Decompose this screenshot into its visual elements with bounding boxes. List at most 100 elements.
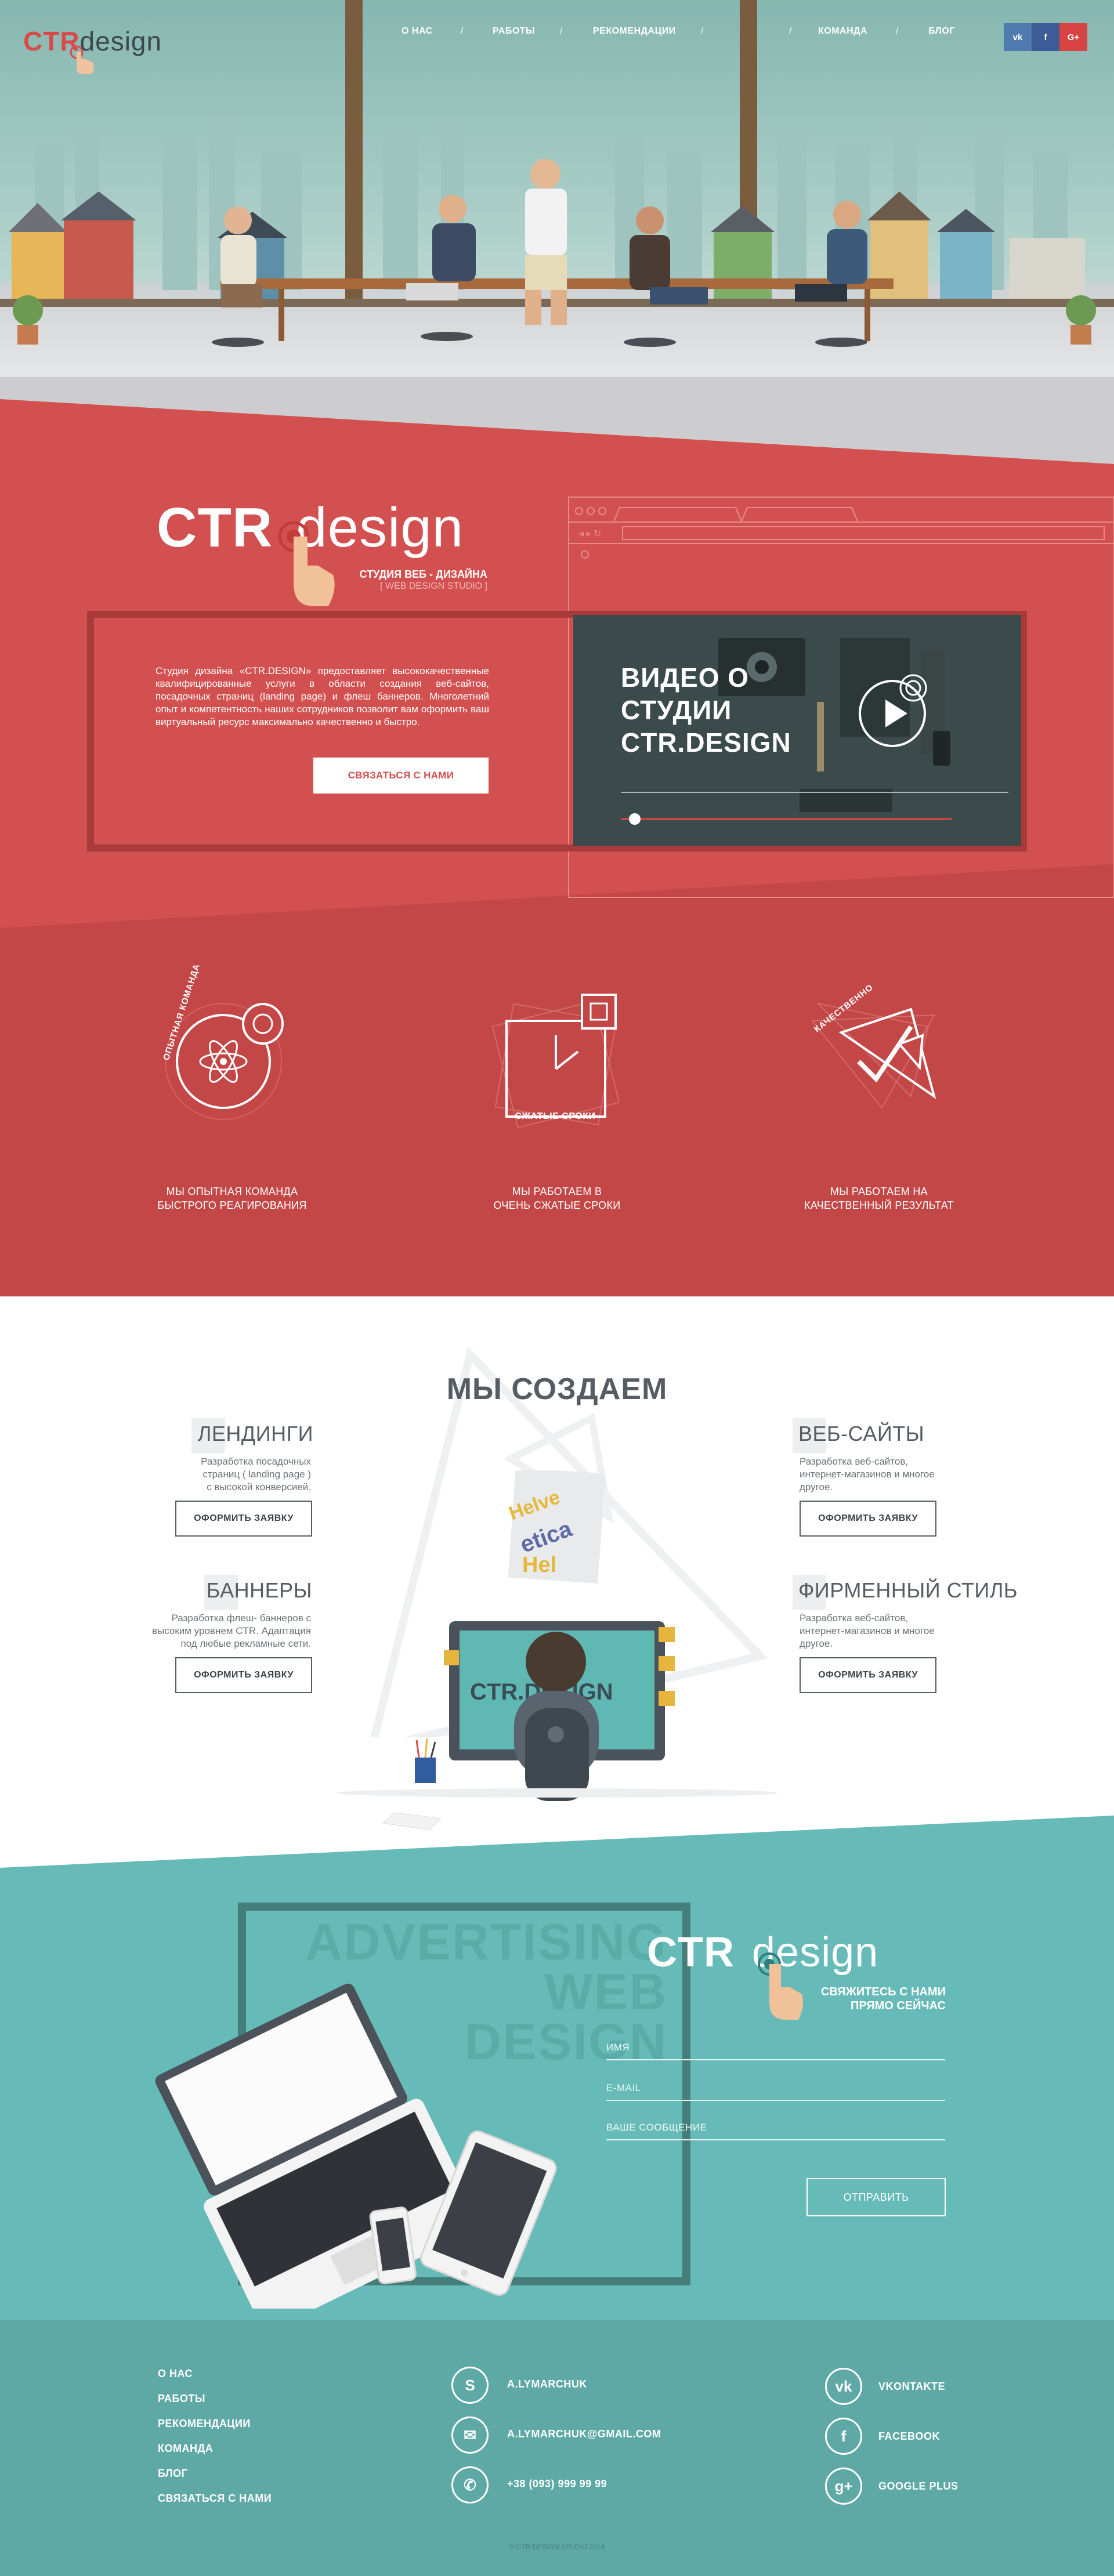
mail-icon[interactable]: ✉ <box>451 2416 489 2454</box>
pointer-hand-icon <box>278 521 335 606</box>
service-text-line: высоким уровнем CTR. Адаптация <box>151 1625 311 1636</box>
video-divider <box>621 792 1008 793</box>
service-title-branding: ФИРМЕННЫЙ СТИЛЬ <box>798 1578 1018 1602</box>
name-field[interactable]: ИМЯ <box>606 2042 945 2060</box>
footer-link-team[interactable]: КОМАНДА <box>158 2443 213 2455</box>
nav-works[interactable]: РАБОТЫ <box>493 26 535 37</box>
service-title-banners: БАННЕРЫ <box>206 1578 312 1602</box>
service-text-line: другое. <box>800 1638 833 1649</box>
contact-tagline-line: СВЯЖИТЕСЬ С НАМИ <box>820 1986 946 1998</box>
footer-link-blog[interactable]: БЛОГ <box>158 2468 187 2480</box>
footer-link-works[interactable]: РАБОТЫ <box>158 2393 205 2405</box>
clock-icon-label: СЖАТЫЕ СРОКИ <box>515 1111 596 1121</box>
feature-caption: МЫ ОПЫТНАЯ КОМАНДА БЫСТРОГО РЕАГИРОВАНИЯ <box>139 1184 325 1212</box>
order-button[interactable]: ОФОРМИТЬ ЗАЯВКУ <box>800 1657 936 1693</box>
feature-caption-line: ОЧЕНЬ СЖАТЫЕ СРОКИ <box>493 1200 621 1211</box>
footer-google-plus[interactable]: GOOGLE PLUS <box>878 2480 959 2492</box>
footer-link-recommendations[interactable]: РЕКОМЕНДАЦИИ <box>158 2418 251 2430</box>
service-text: Разработка посадочных страниц ( landing … <box>139 1455 311 1494</box>
feature-caption-line: БЫСТРОГО РЕАГИРОВАНИЯ <box>157 1200 307 1211</box>
video-title: ВИДЕО О СТУДИИ CTR.DESIGN <box>621 661 791 759</box>
services-heading: МЫ СОЗДАЕМ <box>446 1372 668 1406</box>
contact-logo-ctr: CTR <box>647 1929 735 1976</box>
service-text-line: Разработка веб-сайтов, <box>800 1456 909 1467</box>
service-title-landings: ЛЕНДИНГИ <box>197 1422 313 1445</box>
nav-recommendations[interactable]: РЕКОМЕНДАЦИИ <box>593 26 676 37</box>
service-text-line: Разработка посадочных <box>201 1456 311 1467</box>
google-plus-icon[interactable]: G+ <box>1059 23 1087 51</box>
features-section: ОПЫТНАЯ КОМАНДА СЖАТЫЕ СРОКИ КАЧЕСТВЕННО… <box>0 928 1114 1296</box>
about-subtitle: СТУДИЯ ВЕБ - ДИЗАЙНА <box>359 568 487 580</box>
footer-link-contact[interactable]: СВЯЗАТЬСЯ С НАМИ <box>158 2492 272 2505</box>
vk-icon[interactable]: vk <box>825 2368 862 2405</box>
order-button[interactable]: ОФОРМИТЬ ЗАЯВКУ <box>800 1501 936 1537</box>
service-text-line: страниц ( landing page ) <box>202 1469 311 1480</box>
feature-caption-line: МЫ ОПЫТНАЯ КОМАНДА <box>166 1186 298 1197</box>
google-plus-icon[interactable]: g+ <box>825 2468 862 2505</box>
video-title-line: CTR.DESIGN <box>621 727 791 758</box>
service-text-line: Разработка веб-сайтов, <box>800 1613 909 1624</box>
service-text-line: другое. <box>800 1481 833 1492</box>
skype-icon[interactable]: S <box>451 2367 489 2404</box>
facebook-icon[interactable]: f <box>1032 23 1059 51</box>
footer-email[interactable]: A.LYMARCHUK@GMAIL.COM <box>507 2428 661 2440</box>
nav-separator: / <box>789 26 792 36</box>
feature-caption-line: МЫ РАБОТАЕМ НА <box>830 1186 928 1197</box>
footer-link-about[interactable]: О НАС <box>158 2368 193 2380</box>
quality-icon <box>811 1002 936 1109</box>
video-title-line: СТУДИИ <box>621 695 732 725</box>
play-icon[interactable] <box>858 673 933 748</box>
order-button[interactable]: ОФОРМИТЬ ЗАЯВКУ <box>175 1657 312 1693</box>
footer-phone[interactable]: +38 (093) 999 99 99 <box>507 2478 607 2490</box>
nav-blog[interactable]: БЛОГ <box>928 26 955 37</box>
nav-about[interactable]: О НАС <box>402 26 433 37</box>
video-progress-handle[interactable] <box>629 813 641 825</box>
phone-icon[interactable]: ✆ <box>451 2466 489 2503</box>
feature-caption: МЫ РАБОТАЕМ НА КАЧЕСТВЕННЫЙ РЕЗУЛЬТАТ <box>786 1184 972 1212</box>
footer: О НАС РАБОТЫ РЕКОМЕНДАЦИИ КОМАНДА БЛОГ С… <box>0 2320 1114 2576</box>
footer-facebook[interactable]: FACEBOOK <box>878 2430 940 2443</box>
service-text-line: интернет-магазинов и многоe <box>800 1625 935 1636</box>
service-text-line: Разработка флеш- баннеров с <box>171 1613 311 1624</box>
nav-separator: / <box>701 26 704 36</box>
pointer-hand-icon <box>70 45 94 74</box>
service-text: Разработка флеш- баннеров с высоким уров… <box>116 1612 311 1650</box>
service-text: Разработка веб-сайтов, интернет-магазино… <box>800 1612 974 1650</box>
video-progress-bar[interactable] <box>621 818 952 820</box>
vk-icon[interactable]: vk <box>1004 23 1032 51</box>
svg-text:Hel: Hel <box>522 1553 556 1577</box>
service-text-line: под любые рекламные сети. <box>180 1638 311 1649</box>
submit-button[interactable]: ОТПРАВИТЬ <box>806 2178 946 2216</box>
about-subtitle-2: [ WEB DESIGN STUDIO ] <box>380 581 487 591</box>
nav-team[interactable]: КОМАНДА <box>818 26 867 37</box>
email-field[interactable]: E-MAIL <box>606 2082 945 2101</box>
svg-text:◂ ▸ ↻: ◂ ▸ ↻ <box>579 529 601 539</box>
contact-tagline: СВЯЖИТЕСЬ С НАМИ ПРЯМО СЕЙЧАС <box>777 1985 946 2013</box>
footer-skype[interactable]: A.LYMARCHUK <box>507 2378 587 2390</box>
order-button[interactable]: ОФОРМИТЬ ЗАЯВКУ <box>175 1501 312 1537</box>
contact-tagline-line: ПРЯМО СЕЙЧАС <box>851 1999 946 2012</box>
video-title-line: ВИДЕО О <box>621 662 750 693</box>
feature-caption-line: МЫ РАБОТАЕМ В <box>512 1186 602 1197</box>
nav-separator: / <box>560 26 563 36</box>
service-text: Разработка веб-сайтов, интернет-магазино… <box>800 1455 974 1494</box>
nav-separator: / <box>461 26 464 36</box>
footer-vkontakte[interactable]: VKONTAKTE <box>878 2381 945 2393</box>
video-player[interactable]: ВИДЕО О СТУДИИ CTR.DESIGN <box>573 615 1021 846</box>
service-text-line: интернет-магазинов и многоe <box>800 1469 935 1480</box>
services-section: МЫ СОЗДАЕМ ЛЕНДИНГИ Разработка посадочны… <box>0 1296 1114 1882</box>
designer-illustration: Helve etica Hel CTR.DESIGN <box>337 1470 777 1831</box>
contact-us-button[interactable]: СВЯЗАТЬСЯ С НАМИ <box>313 758 489 794</box>
devices-illustration <box>155 1983 557 2309</box>
feature-caption: МЫ РАБОТАЕМ В ОЧЕНЬ СЖАТЫЕ СРОКИ <box>464 1184 650 1212</box>
facebook-icon[interactable]: f <box>825 2418 862 2455</box>
about-text: Студия дизайна «CTR.DESIGN» предоставляе… <box>155 665 489 727</box>
copyright: © CTR.DESIGN STUDIO 2014 <box>509 2543 605 2551</box>
nav-separator: / <box>896 26 899 36</box>
feature-caption-line: КАЧЕСТВЕННЫЙ РЕЗУЛЬТАТ <box>804 1200 954 1211</box>
header-social: vk f G+ <box>1004 23 1087 51</box>
message-field[interactable]: ВАШЕ СООБЩЕНИЕ <box>606 2122 945 2140</box>
service-text-line: с высокой конверсией. <box>207 1481 311 1492</box>
service-title-websites: ВЕБ-САЙТЫ <box>798 1422 925 1445</box>
about-logo-ctr: CTR <box>157 497 273 559</box>
